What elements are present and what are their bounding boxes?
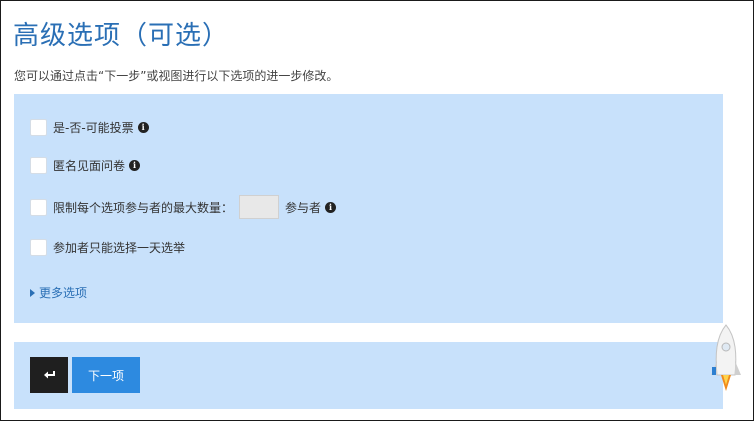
yes-no-maybe-checkbox[interactable] [30,118,47,136]
back-button[interactable] [30,357,68,393]
rocket-icon[interactable] [708,323,744,397]
navigation-panel: 下一项 [14,342,723,409]
option-row-yes-no-maybe: 是-否-可能投票 i [30,118,149,136]
option-row-anonymous: 匿名见面问卷 i [30,156,141,174]
max-participants-label: 限制每个选项参与者的最大数量： [53,200,234,215]
max-participants-input[interactable] [239,195,280,219]
page-subtitle: 您可以通过点击“下一步”或视图进行以下选项的进一步修改。 [14,69,339,83]
single-day-checkbox[interactable] [30,238,47,256]
yes-no-maybe-label: 是-否-可能投票 [53,120,134,135]
option-row-single-day: 参加者只能选择一天选举 [30,238,185,256]
anonymous-label: 匿名见面问卷 [53,158,126,173]
advanced-options-panel: 是-否-可能投票 i 匿名见面问卷 i 限制每个选项参与者的最大数量： 参与者 … [14,94,723,323]
max-participants-suffix: 参与者 [285,200,322,215]
info-icon[interactable]: i [137,121,149,133]
anonymous-checkbox[interactable] [30,156,47,174]
page-frame: 高级选项（可选） 您可以通过点击“下一步”或视图进行以下选项的进一步修改。 是-… [0,0,754,421]
page-title: 高级选项（可选） [13,21,230,51]
option-row-max-participants: 限制每个选项参与者的最大数量： 参与者 i [30,195,337,219]
max-participants-checkbox[interactable] [30,198,47,216]
next-button[interactable]: 下一项 [72,357,140,393]
return-arrow-icon [44,371,55,379]
more-options-toggle[interactable]: 更多选项 [30,284,87,301]
info-icon[interactable]: i [325,201,337,213]
more-options-label: 更多选项 [39,286,88,300]
single-day-label: 参加者只能选择一天选举 [53,240,186,255]
caret-right-icon [30,288,35,297]
info-icon[interactable]: i [129,159,141,171]
